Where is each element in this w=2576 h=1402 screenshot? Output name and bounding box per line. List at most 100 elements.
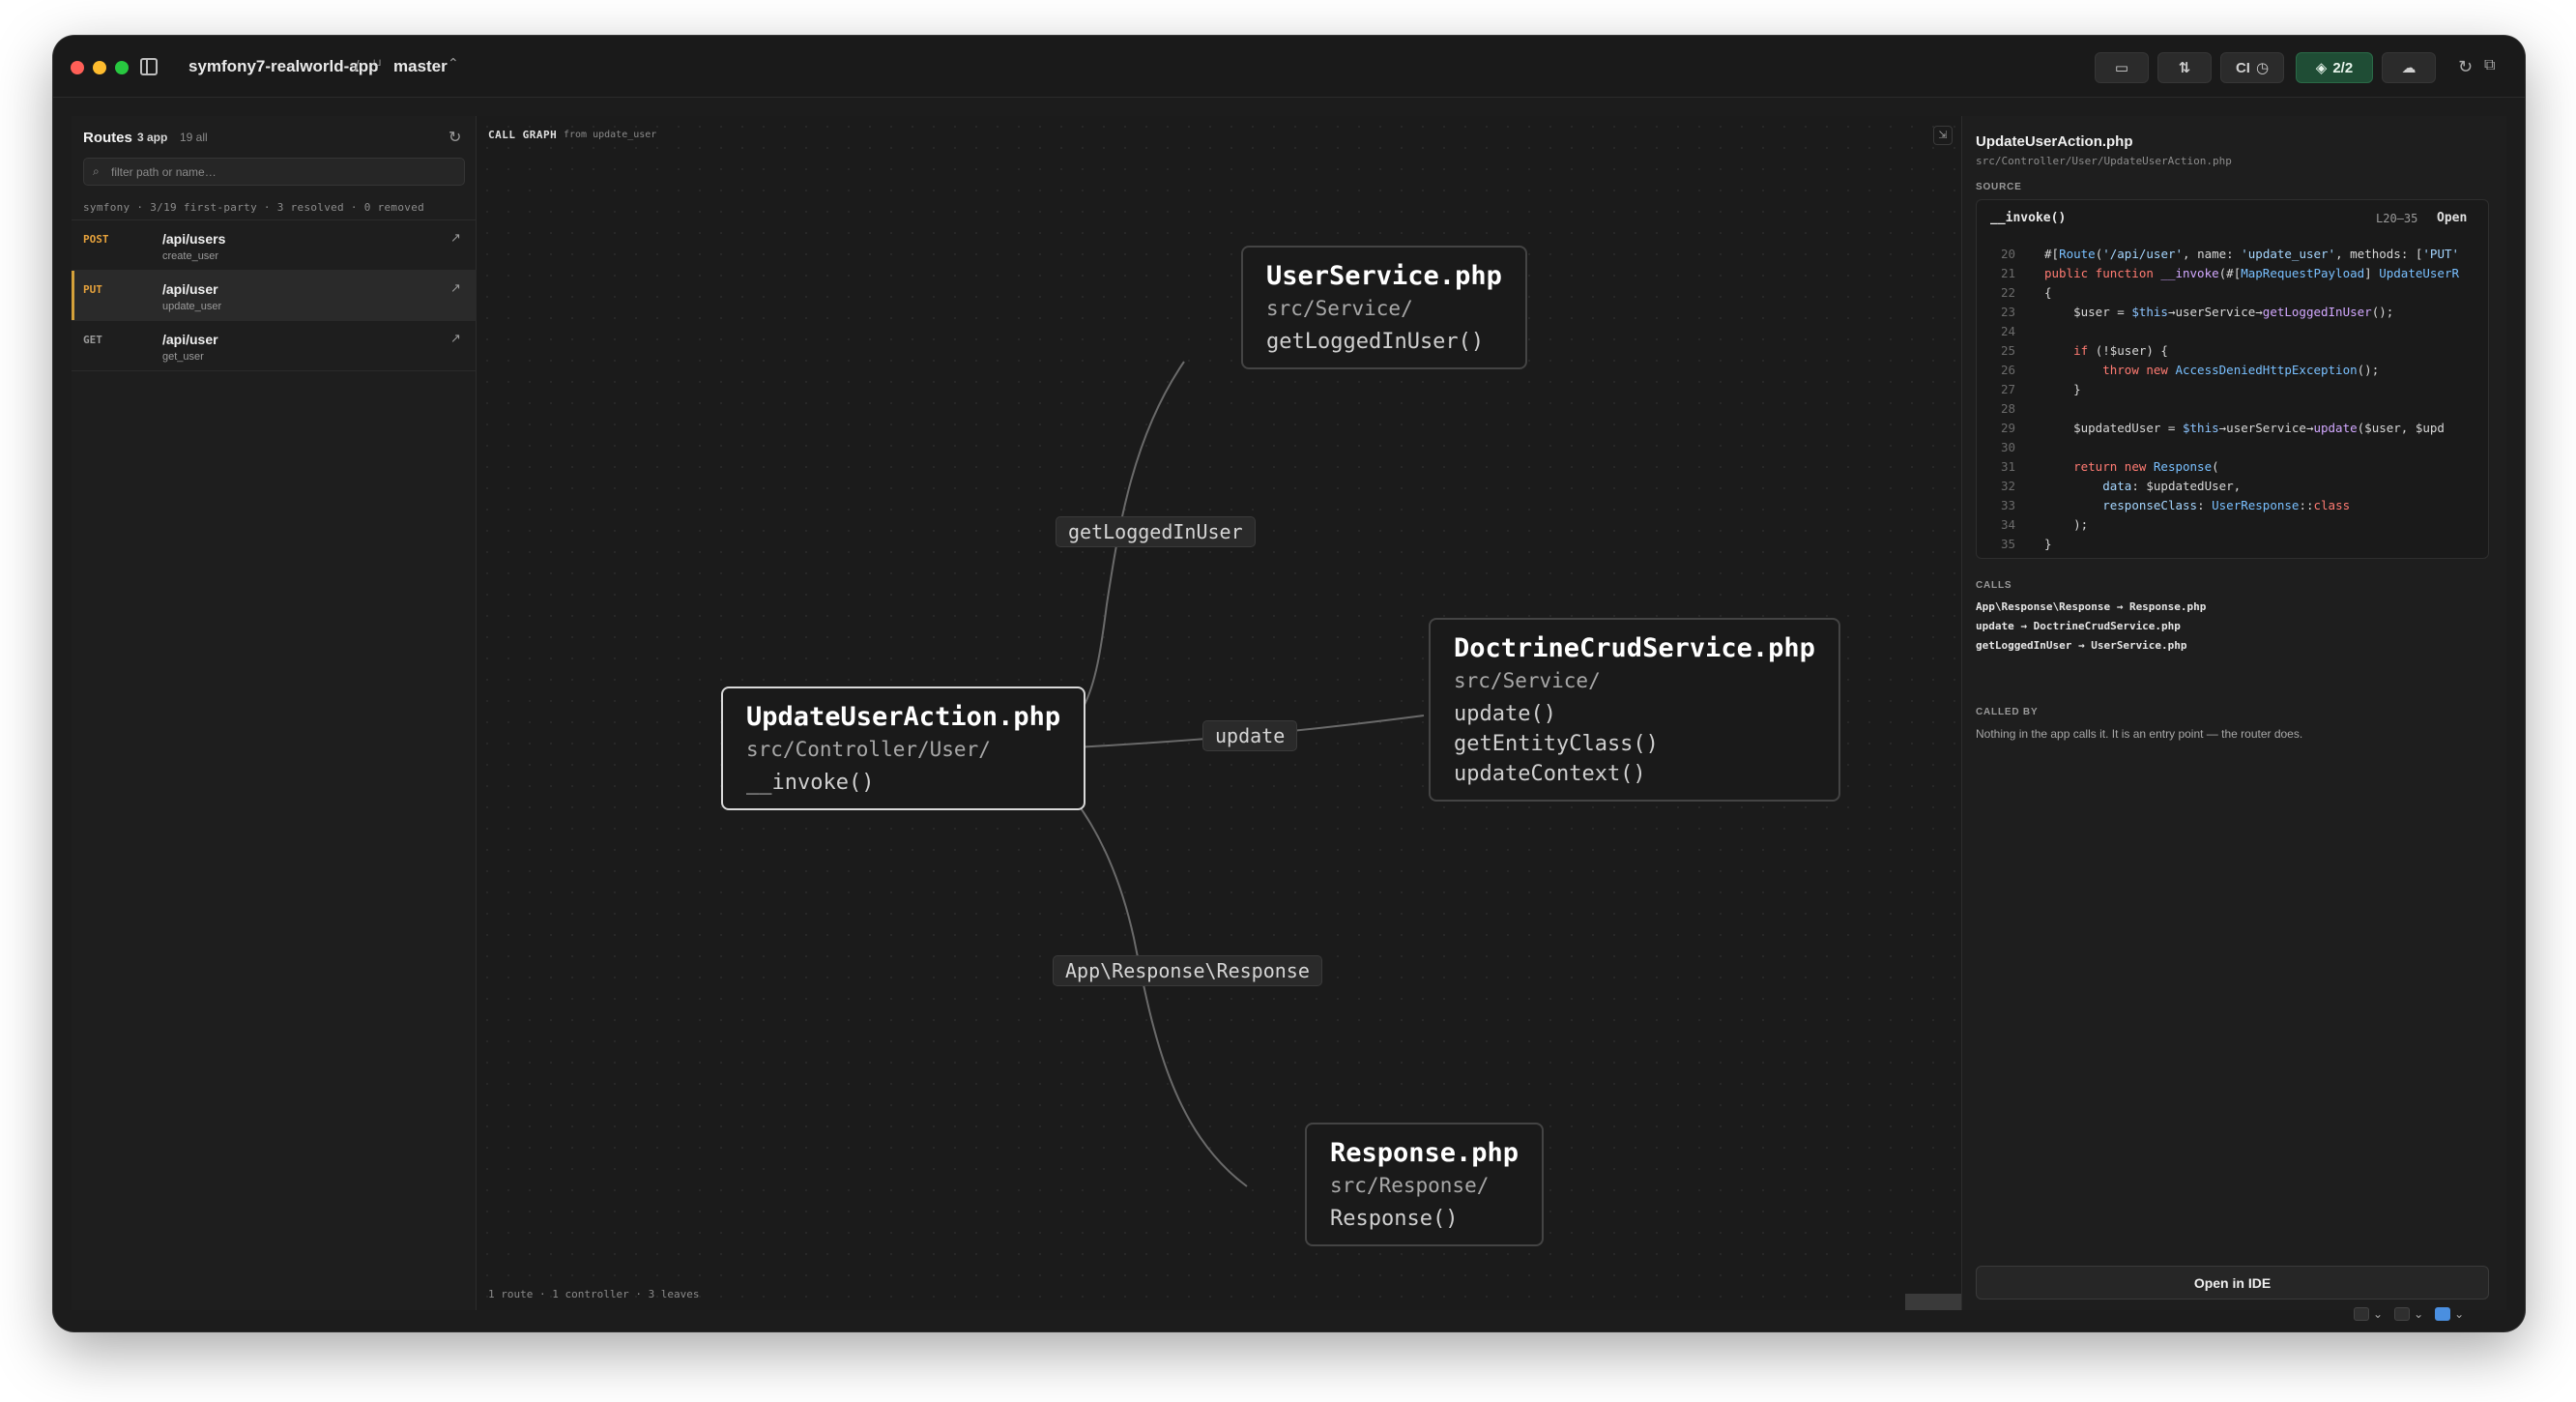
code-line: 35} [1977,537,2488,556]
branch-name[interactable]: master [393,57,448,76]
chevron-updown-icon[interactable]: ⌃ [448,55,459,72]
graph-node-doctrine[interactable]: DoctrineCrudService.php src/Service/ upd… [1429,618,1840,802]
line-number: 25 [2000,343,2015,358]
maximize-window-button[interactable] [115,61,129,74]
code-function-name: __invoke() [1990,211,2067,225]
code-line: 34 ); [1977,517,2488,537]
calls-section-label: CALLS [1976,580,2012,591]
route-name: update_user [162,301,222,312]
ci-button[interactable]: CI ◷ [2220,52,2284,83]
external-link-icon[interactable]: ↗ [450,331,461,346]
refresh-icon[interactable]: ↻ [449,128,461,147]
code-line: 31 return new Response( [1977,459,2488,479]
code-line: 33 responseClass: UserResponse::class [1977,498,2488,517]
call-graph-canvas[interactable]: CALL GRAPH from update_user ⇲ getLoggedI… [477,116,1962,1310]
route-row[interactable]: GET /api/user get_user ↗ [72,321,477,371]
edge-label-update: update [1202,720,1298,751]
line-number: 21 [2000,266,2015,280]
git-branch-icon: ⑂ [372,56,383,74]
node-file: UserService.php [1266,261,1502,291]
routes-app-count[interactable]: 3 app [137,131,167,144]
code-line: 20 #[Route('/api/user', name: 'update_use… [1977,247,2488,266]
route-method: GET [83,334,102,346]
code-line: 29 $updatedUser = $this→userService→upda… [1977,421,2488,440]
source-section-label: SOURCE [1976,182,2022,192]
status-strip: ⌄ ⌄ ⌄ [2354,1304,2464,1324]
line-number: 26 [2000,363,2015,377]
line-number: 32 [2000,479,2015,493]
node-method[interactable]: update() [1454,702,1815,726]
node-file: DoctrineCrudService.php [1454,633,1815,663]
line-number: 34 [2000,517,2015,532]
line-number: 23 [2000,305,2015,319]
node-file: Response.php [1330,1138,1520,1168]
routes-sidebar: Routes 3 app 19 all ↻ ⌕ symfony · 3/19 f… [72,116,477,1310]
route-row[interactable]: PUT /api/user update_user ↗ [72,271,477,321]
graph-node-root[interactable]: UpdateUserAction.php src/Controller/User… [721,686,1086,810]
code-line: 25 if (!$user) { [1977,343,2488,363]
layout-button[interactable]: ▭ [2095,52,2149,83]
code-line: 24 [1977,324,2488,343]
node-method[interactable]: updateContext() [1454,762,1815,786]
project-name[interactable]: symfony7-realworld-app [188,57,379,76]
minimap[interactable] [1905,1294,1961,1310]
line-number: 30 [2000,440,2015,454]
layers-count: 2/2 [2332,59,2354,76]
line-number: 28 [2000,401,2015,416]
code-line: 26 throw new AccessDeniedHttpException()… [1977,363,2488,382]
routes-summary: symfony · 3/19 first-party · 3 resolved … [83,201,425,214]
line-number: 20 [2000,247,2015,261]
extension-icon [2394,1307,2411,1321]
ide-selector[interactable]: ⌄ [2435,1307,2464,1321]
route-name: create_user [162,250,219,262]
close-window-button[interactable] [71,61,84,74]
open-in-ide-button[interactable]: Open in IDE [1976,1266,2489,1300]
code-open-button[interactable]: Open [2437,211,2467,225]
minimize-window-button[interactable] [93,61,106,74]
search-icon: ⌕ [93,164,100,178]
calls-item[interactable]: getLoggedInUser → UserService.php [1976,639,2187,652]
node-dir: src/Service/ [1266,297,1413,320]
line-number: 22 [2000,285,2015,300]
refresh-icon[interactable]: ↻ [2458,57,2473,77]
node-dir: src/Service/ [1454,669,1601,692]
route-row[interactable]: POST /api/users create_user ↗ [72,220,477,271]
canvas-footer: 1 route · 1 controller · 3 leaves [488,1288,700,1300]
diff-icon: ⇅ [2178,60,2191,76]
cloud-button[interactable]: ☁ [2382,52,2436,83]
node-method[interactable]: getEntityClass() [1454,732,1815,756]
route-method: POST [83,233,109,246]
theme-selector[interactable]: ⌄ [2354,1307,2383,1321]
path-separator: / [355,57,360,75]
extension-selector[interactable]: ⌄ [2394,1307,2423,1321]
route-path: /api/users [162,231,226,247]
chevron-down-icon: ⌄ [2454,1307,2465,1321]
node-method[interactable]: getLoggedInUser() [1266,330,1502,354]
external-link-icon[interactable]: ↗ [450,230,461,246]
line-number: 27 [2000,382,2015,396]
calls-item[interactable]: update → DoctrineCrudService.php [1976,620,2181,632]
code-line-range: L20–35 [2376,212,2418,225]
route-method: PUT [83,283,102,296]
calls-item[interactable]: App\Response\Response → Response.php [1976,600,2206,613]
diff-button[interactable]: ⇅ [2157,52,2212,83]
node-method[interactable]: __invoke() [746,771,1060,795]
routes-title: Routes [83,130,132,146]
node-method[interactable]: Response() [1330,1207,1519,1231]
expand-icon[interactable]: ⧉ [2484,57,2495,74]
ide-icon [2435,1307,2451,1321]
sidebar-toggle-icon[interactable] [140,58,158,75]
line-number: 29 [2000,421,2015,435]
called-by-section-label: CALLED BY [1976,707,2039,717]
layers-button[interactable]: ◈ 2/2 [2296,52,2373,83]
graph-node-response[interactable]: Response.php src/Response/ Response() [1305,1123,1545,1246]
columns-icon: ▭ [2114,60,2129,76]
theme-icon [2354,1307,2369,1321]
graph-node-user-service[interactable]: UserService.php src/Service/ getLoggedIn… [1241,246,1527,369]
route-filter-input[interactable] [83,158,465,186]
code-line: 21 public function __invoke(#[MapRequestP… [1977,266,2488,285]
external-link-icon[interactable]: ↗ [450,280,461,296]
route-name: get_user [162,351,204,363]
ci-label: CI [2235,59,2250,76]
routes-all-count[interactable]: 19 all [180,131,208,144]
